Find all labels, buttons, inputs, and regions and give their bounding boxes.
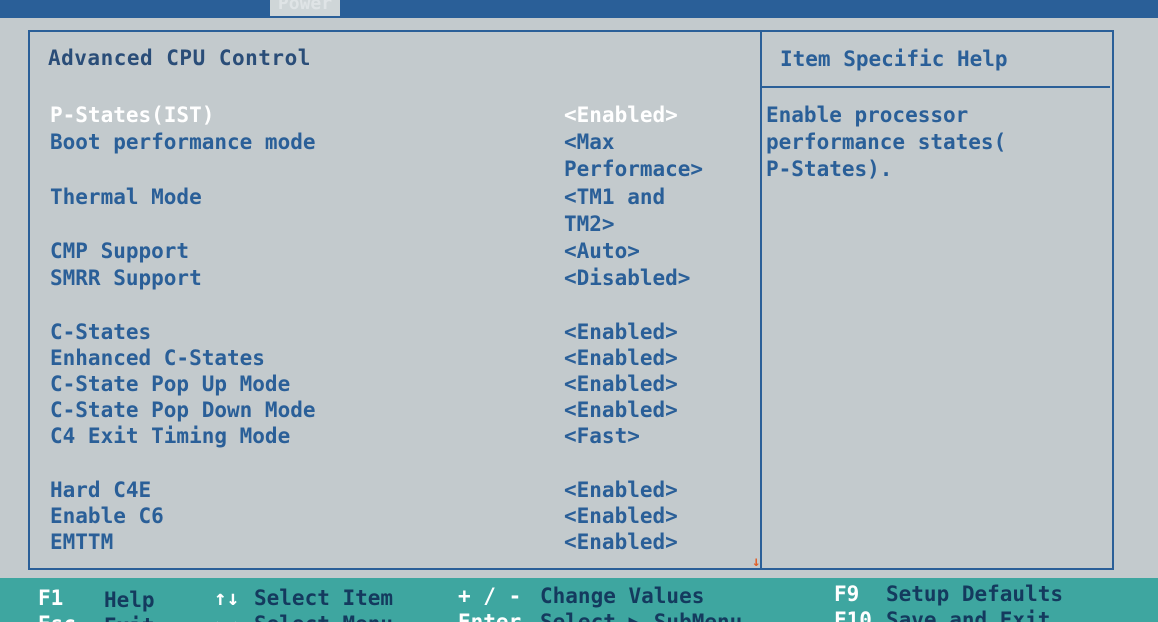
select-menu-desc: Select Menu xyxy=(254,612,393,622)
setting-value[interactable]: <Enabled> xyxy=(564,529,754,556)
key-legend: F1 Help ↑↓ Select Item + / - Change Valu… xyxy=(0,578,1158,622)
setting-label: Hard C4E xyxy=(50,478,152,502)
menu-bar: Power xyxy=(0,0,1158,18)
setting-value[interactable]: <Fast> xyxy=(564,423,754,450)
setting-value[interactable]: <Enabled> xyxy=(564,345,754,372)
setting-label: P-States(IST) xyxy=(50,103,215,127)
help-text: Enable processor performance states( P-S… xyxy=(766,103,1007,181)
settings-panel: Advanced CPU Control P-States(IST) <Enab… xyxy=(30,32,760,570)
up-down-arrows-icon: ↑↓ xyxy=(214,586,240,610)
help-header: Item Specific Help xyxy=(762,32,1110,88)
setting-value[interactable]: <Enabled> xyxy=(564,371,754,398)
f10-key: F10 xyxy=(834,608,872,622)
setting-label: C-States xyxy=(50,320,152,344)
setting-label: Enable C6 xyxy=(50,504,164,528)
setting-label: Boot performance mode xyxy=(50,130,316,154)
help-title: Item Specific Help xyxy=(780,47,1008,71)
setting-value[interactable]: <Auto> xyxy=(564,238,754,265)
setting-label: Enhanced C-States xyxy=(50,346,265,370)
esc-key: Esc xyxy=(38,612,76,622)
f9-key: F9 xyxy=(834,582,860,606)
setting-label: C-State Pop Down Mode xyxy=(50,398,316,422)
setting-value[interactable]: <Disabled> xyxy=(564,265,754,292)
bios-screen: Power Advanced CPU Control P-States(IST)… xyxy=(0,0,1158,622)
setting-label: EMTTM xyxy=(50,530,114,554)
select-item-desc: Select Item xyxy=(254,586,394,610)
setting-label: Thermal Mode xyxy=(50,185,202,209)
save-and-exit-desc: Save and Exit xyxy=(886,608,1051,622)
setting-label: C4 Exit Timing Mode xyxy=(50,424,291,448)
f1-key: F1 xyxy=(38,586,64,610)
setup-defaults-desc: Setup Defaults xyxy=(886,582,1064,606)
setting-value[interactable]: <TM1 and TM2> xyxy=(564,184,754,238)
exit-desc: Exit xyxy=(104,614,155,622)
setting-value[interactable]: <Enabled> xyxy=(564,102,754,129)
panel-title: Advanced CPU Control xyxy=(48,46,311,70)
setting-value[interactable]: <Enabled> xyxy=(564,319,754,346)
help-desc: Help xyxy=(104,588,155,612)
change-values-desc: Change Values xyxy=(540,584,705,608)
setting-value[interactable]: <Enabled> xyxy=(564,503,754,530)
setting-label: SMRR Support xyxy=(50,266,202,290)
help-panel: Item Specific Help Enable processor perf… xyxy=(762,32,1112,568)
select-submenu-desc: Select ▶ SubMenu xyxy=(540,610,743,622)
setting-label: CMP Support xyxy=(50,239,190,263)
setting-value[interactable]: <Max Performace> xyxy=(564,129,754,183)
plus-minus-key: + / - xyxy=(458,584,522,608)
left-right-arrows-icon: ←→ xyxy=(214,612,239,622)
setup-frame: Advanced CPU Control P-States(IST) <Enab… xyxy=(28,30,1114,570)
tab-power[interactable]: Power xyxy=(270,0,340,16)
setting-value[interactable]: <Enabled> xyxy=(564,477,754,504)
setting-label: C-State Pop Up Mode xyxy=(50,372,291,396)
enter-key: Enter xyxy=(458,610,522,622)
setting-value[interactable]: <Enabled> xyxy=(564,397,754,424)
